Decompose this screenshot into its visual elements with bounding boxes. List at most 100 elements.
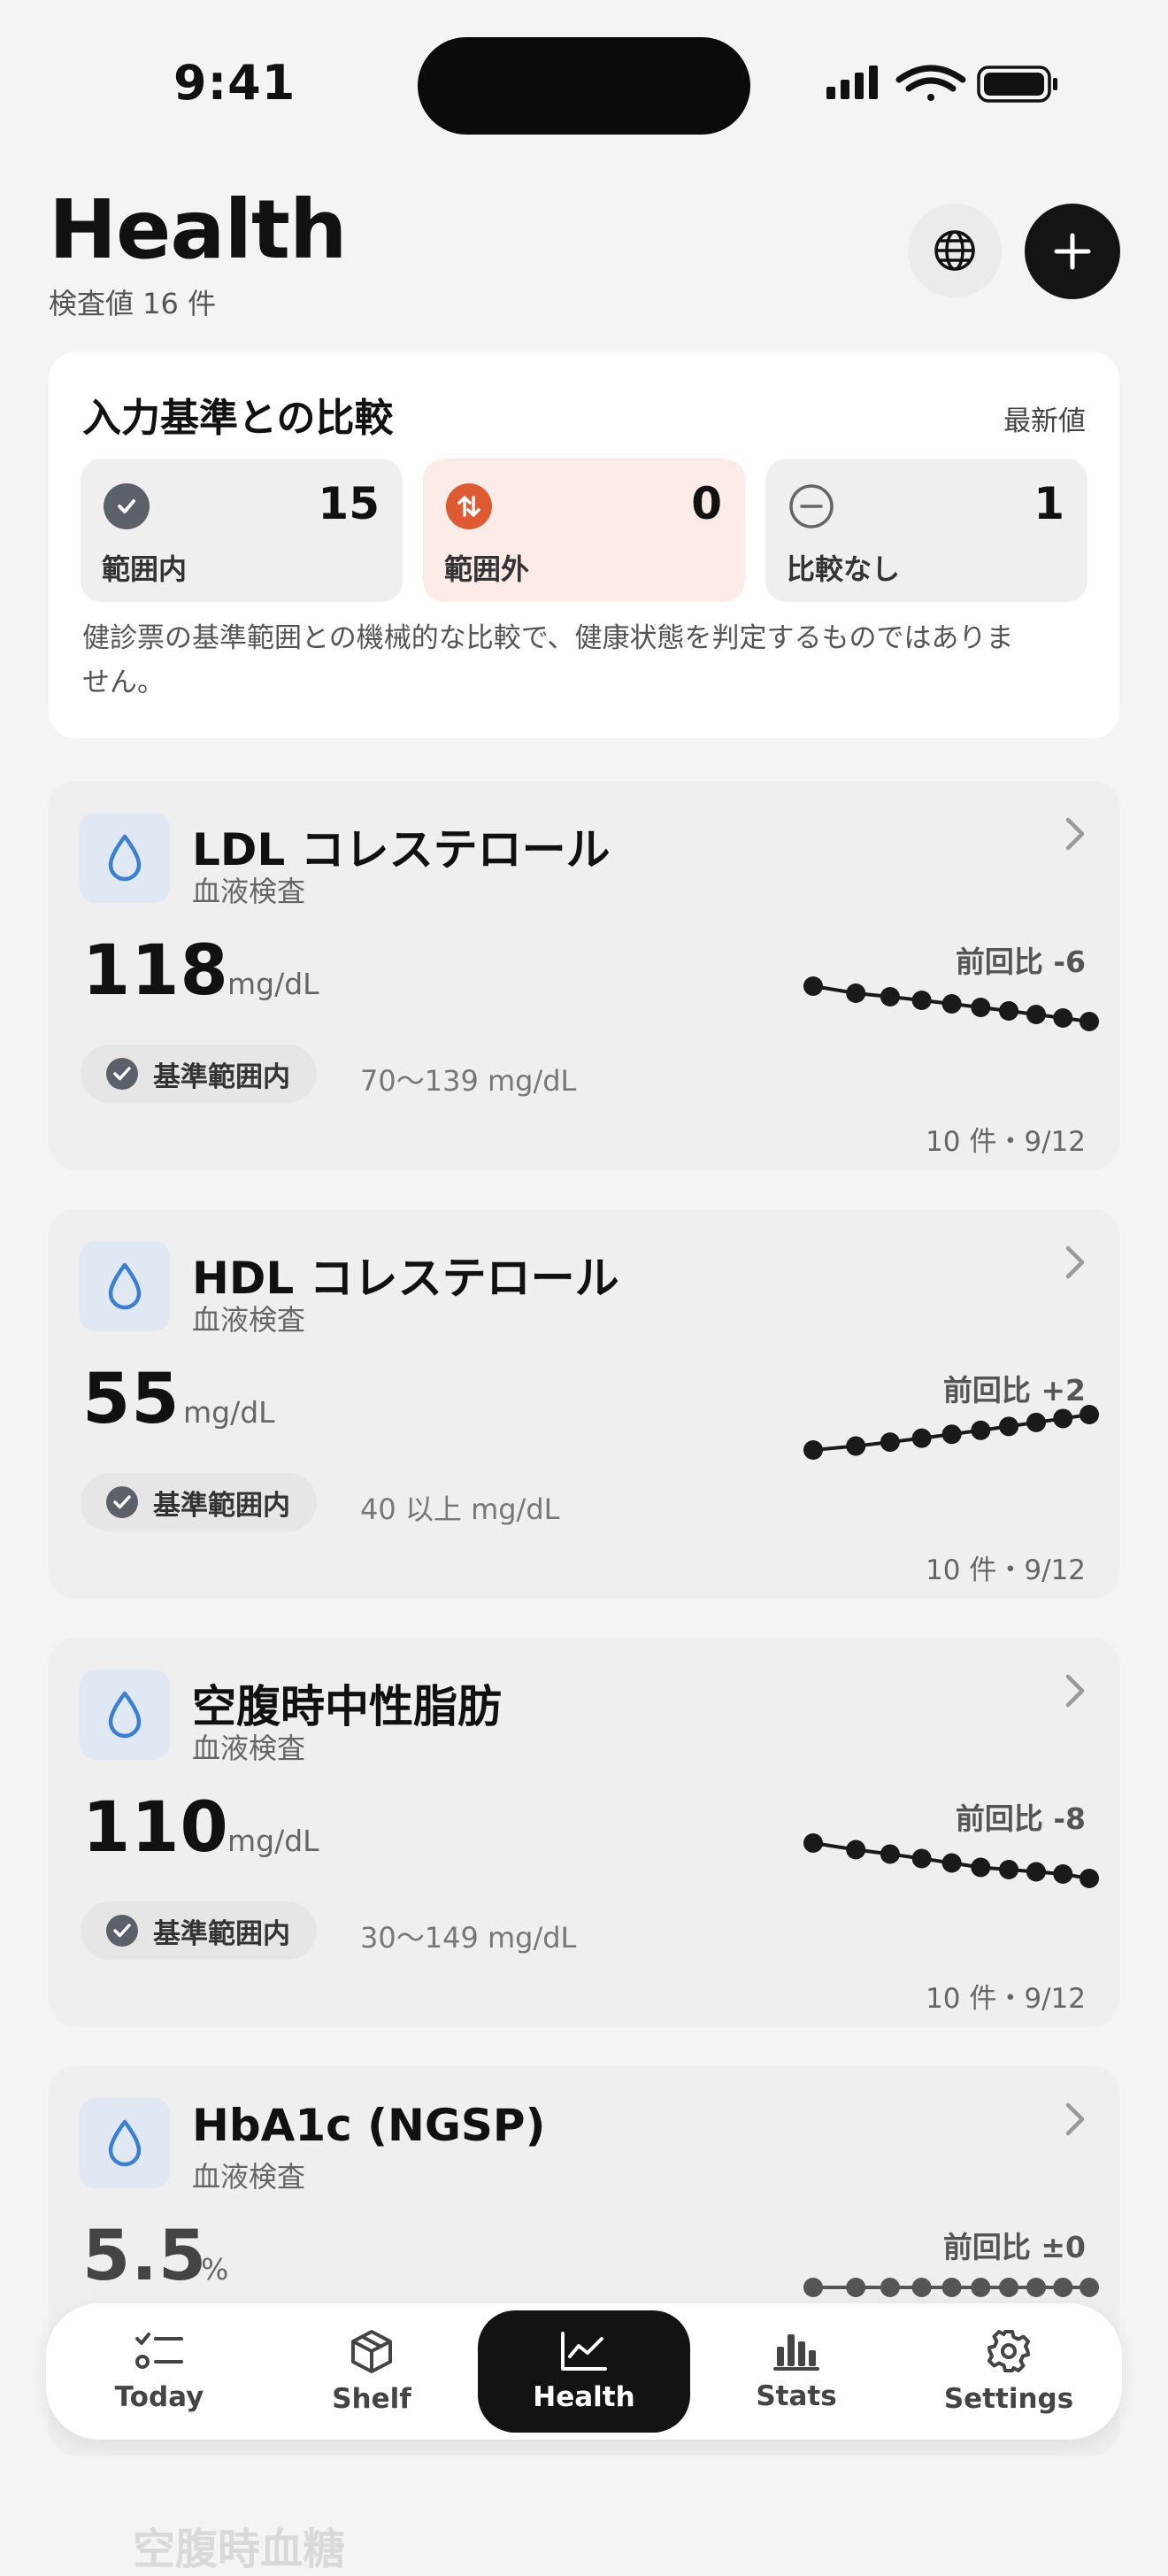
trend-point xyxy=(803,976,823,996)
blood-drop-icon xyxy=(80,813,170,903)
trend-point xyxy=(1026,1005,1046,1024)
item-category: 血液検査 xyxy=(192,2160,306,2194)
item-unit: mg/dL xyxy=(227,967,319,1001)
summary-latest-label: 最新値 xyxy=(1003,405,1086,437)
checklist-icon xyxy=(135,2333,183,2369)
arrows-up-down-icon xyxy=(446,483,492,529)
summary-disclaimer: 健診票の基準範囲との機械的な比較で、健康状態を判定するものではありません。 xyxy=(82,622,1014,698)
trend-point xyxy=(941,1424,962,1445)
status-badge: 基準範囲内 xyxy=(81,1901,317,1960)
tab-settings[interactable]: Settings xyxy=(920,2303,1097,2440)
item-value: 5.5 xyxy=(82,2217,208,2296)
trend-point xyxy=(803,1440,823,1460)
trend-point xyxy=(880,2278,900,2297)
trend-point xyxy=(971,1420,991,1440)
reference-range: 40 以上 mg/dL xyxy=(360,1492,560,1526)
trend-point xyxy=(911,991,932,1010)
tab-bar: Today Shelf Health Stats Settings xyxy=(46,2303,1122,2440)
tile-count: 1 xyxy=(1034,478,1064,529)
blood-drop-icon xyxy=(80,1241,170,1331)
tile-label: 範囲内 xyxy=(102,552,188,586)
trend-point xyxy=(803,1833,823,1853)
box-icon xyxy=(351,2330,392,2373)
check-circle-icon xyxy=(106,1486,138,1518)
trend-point xyxy=(971,1857,991,1878)
tile-label: 範囲外 xyxy=(444,552,530,586)
trend-point xyxy=(1026,1412,1046,1432)
tile-no-comparison[interactable]: 1 比較なし xyxy=(765,459,1087,602)
tab-label: Stats xyxy=(756,2380,837,2412)
summary-title: 入力基準との比較 xyxy=(82,396,394,441)
tile-out-of-range[interactable]: 0 範囲外 xyxy=(423,459,745,602)
item-value: 55 xyxy=(82,1360,181,1439)
trend-point xyxy=(999,1860,1019,1879)
chevron-right-icon[interactable] xyxy=(1064,816,1086,855)
tab-label: Health xyxy=(533,2381,635,2413)
trend-point xyxy=(1053,1408,1073,1429)
trend-point xyxy=(1053,1008,1073,1028)
trend-point xyxy=(1026,1862,1046,1882)
trend-point xyxy=(1080,2278,1099,2297)
trend-point xyxy=(1026,2278,1046,2297)
globe-icon xyxy=(934,230,975,271)
tab-label: Shelf xyxy=(332,2383,411,2415)
trend-point xyxy=(1053,2278,1073,2297)
trend-point xyxy=(971,998,991,1017)
add-button[interactable] xyxy=(1025,204,1120,299)
minus-circle-icon xyxy=(788,483,834,529)
bar-chart-icon xyxy=(773,2334,819,2371)
test-item-card[interactable]: LDL コレステロール 血液検査 118 mg/dL 前回比 -6 基準範囲内 … xyxy=(49,781,1119,1170)
check-circle-icon xyxy=(104,483,150,529)
blood-drop-icon xyxy=(80,1670,170,1760)
chevron-right-icon[interactable] xyxy=(1064,2102,1086,2140)
status-icons xyxy=(826,62,1065,110)
tab-today[interactable]: Today xyxy=(71,2303,248,2440)
record-meta: 10 件・9/12 xyxy=(926,1126,1086,1158)
tile-count: 15 xyxy=(318,478,380,529)
item-value: 118 xyxy=(82,931,229,1011)
trend-point xyxy=(846,2278,866,2297)
reference-range: 70〜139 mg/dL xyxy=(360,1064,577,1098)
trend-point xyxy=(1080,1869,1099,1888)
trend-point xyxy=(941,1853,962,1873)
trend-sparkline xyxy=(803,1405,1099,1460)
record-meta: 10 件・9/12 xyxy=(926,1554,1086,1586)
trend-point xyxy=(911,1428,932,1448)
trend-point xyxy=(941,2278,962,2297)
tab-label: Today xyxy=(114,2381,204,2413)
trend-point xyxy=(846,1839,866,1860)
test-item-card[interactable]: HDL コレステロール 血液検査 55 mg/dL 前回比 +2 基準範囲内 4… xyxy=(49,1209,1119,1599)
trend-point xyxy=(911,2278,932,2297)
tab-health[interactable]: Health xyxy=(478,2310,690,2433)
trend-point xyxy=(880,1844,900,1864)
chevron-right-icon[interactable] xyxy=(1064,1245,1086,1284)
trend-point xyxy=(971,2278,991,2297)
item-unit: mg/dL xyxy=(227,1824,319,1858)
language-button[interactable] xyxy=(908,204,1002,297)
item-value: 110 xyxy=(82,1788,229,1868)
tile-in-range[interactable]: 15 範囲内 xyxy=(81,459,403,602)
trend-point xyxy=(880,1432,900,1453)
tab-stats[interactable]: Stats xyxy=(708,2303,885,2440)
item-unit: mg/dL xyxy=(183,1395,275,1430)
tab-shelf[interactable]: Shelf xyxy=(283,2303,460,2440)
record-meta: 10 件・9/12 xyxy=(926,1983,1086,2015)
trend-point xyxy=(880,987,900,1006)
trend-point xyxy=(999,1001,1019,1021)
item-name: HbA1c (NGSP) xyxy=(192,2100,546,2151)
status-label: 基準範囲内 xyxy=(153,1917,290,1950)
tile-count: 0 xyxy=(691,478,722,529)
chevron-right-icon[interactable] xyxy=(1064,1673,1086,1712)
page-subtitle: 検査値 16 件 xyxy=(49,287,217,320)
item-category: 血液検査 xyxy=(192,1731,306,1765)
trend-point xyxy=(999,1416,1019,1437)
chart-line-icon xyxy=(561,2332,607,2371)
blood-drop-icon xyxy=(80,2098,170,2188)
wifi-icon xyxy=(895,65,966,101)
check-circle-icon xyxy=(106,1915,138,1947)
gear-icon xyxy=(987,2330,1030,2372)
trend-point xyxy=(803,2278,823,2297)
dynamic-island xyxy=(418,37,750,135)
test-item-card[interactable]: 空腹時中性脂肪 血液検査 110 mg/dL 前回比 -8 基準範囲内 30〜1… xyxy=(49,1638,1119,2027)
cellular-signal-icon xyxy=(826,66,878,99)
